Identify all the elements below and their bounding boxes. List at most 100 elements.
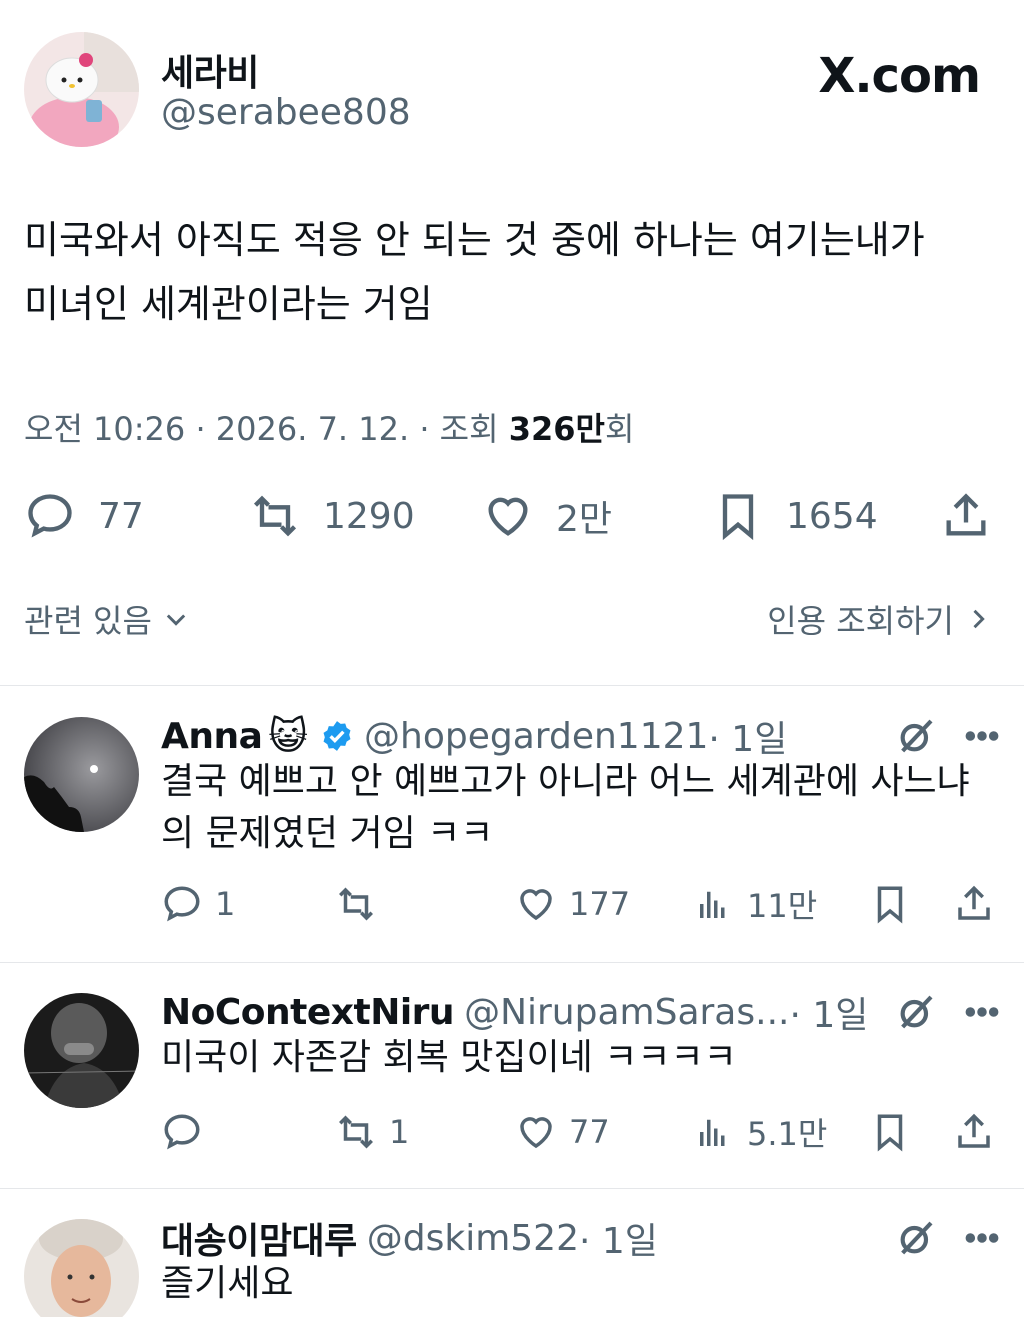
repost-icon: [339, 887, 373, 921]
divider: [0, 962, 1024, 963]
more-icon[interactable]: [962, 716, 1002, 756]
more-icon[interactable]: [962, 992, 1002, 1032]
reply-text: 결국 예쁘고 안 예쁘고가 아니라 어느 세계관에 사느냐 의 문제였던 거임 …: [161, 756, 991, 860]
repost-button[interactable]: 1290: [249, 486, 415, 546]
reply-author-handle[interactable]: @hopegarden1121: [364, 716, 708, 757]
repost-count: 1290: [323, 495, 415, 537]
repost-button[interactable]: 1: [335, 1108, 409, 1156]
author-name[interactable]: 세라비: [161, 44, 259, 96]
reply-time[interactable]: · 1일: [789, 986, 868, 1038]
bookmark-button[interactable]: 1654: [712, 486, 878, 546]
view-quotes-label: 인용 조회하기: [767, 602, 954, 640]
share-button[interactable]: [953, 880, 995, 928]
grok-icon[interactable]: [896, 1218, 936, 1258]
like-button[interactable]: 2만: [482, 486, 612, 546]
post-meta: 오전 10:26 · 2026. 7. 12. · 조회 326만회: [24, 404, 634, 450]
reply-author-name[interactable]: Anna: [161, 716, 263, 757]
reply-author-handle[interactable]: @dskim522: [367, 1218, 579, 1259]
views-icon: [700, 1119, 725, 1146]
chevron-down-icon: [166, 614, 186, 626]
reply-icons: [896, 992, 1002, 1032]
brand-logo: X.com: [818, 48, 981, 104]
like-count: 2만: [556, 499, 613, 540]
reply-time[interactable]: · 1일: [579, 1212, 658, 1264]
divider: [0, 685, 1024, 686]
repost-button[interactable]: [335, 880, 389, 928]
chevron-right-icon: [973, 609, 985, 629]
reply-icon: [28, 494, 72, 538]
reply-action-bar: 1 177 11만: [161, 880, 1001, 928]
reply-icons: [896, 716, 1002, 756]
reply-avatar[interactable]: [24, 1219, 139, 1317]
share-button[interactable]: [953, 1108, 995, 1156]
bookmark-button[interactable]: [869, 880, 911, 928]
grok-icon[interactable]: [896, 716, 936, 756]
reply-item[interactable]: Anna 😺 @hopegarden1121 · 1일 결국 예쁘고 안 예쁘고…: [0, 712, 1024, 952]
reply-header: Anna 😺 @hopegarden1121 · 1일: [161, 712, 1001, 760]
reply-header: 대송이맘대루 @dskim522 · 1일: [161, 1212, 1001, 1264]
reply-avatar[interactable]: [24, 717, 139, 832]
bookmark-count: 1654: [786, 495, 878, 537]
post-header: 세라비 @serabee808 X.com: [24, 32, 1000, 152]
reply-item[interactable]: NoContextNiru @NirupamSaras... · 1일 미국이 …: [0, 988, 1024, 1178]
view-count: 326만: [508, 410, 605, 448]
share-icon: [946, 493, 986, 536]
share-button[interactable]: [940, 486, 992, 546]
reply-count: 77: [98, 495, 144, 537]
view-quotes-link[interactable]: 인용 조회하기: [767, 596, 992, 642]
like-button[interactable]: 77: [515, 1108, 610, 1156]
repost-icon: [253, 495, 297, 537]
share-icon: [958, 1113, 990, 1148]
views-button[interactable]: 5.1만: [693, 1108, 827, 1156]
views-icon: [700, 891, 725, 918]
reply-button[interactable]: 1: [161, 880, 235, 928]
reply-author-handle[interactable]: @NirupamSaras...: [464, 992, 789, 1033]
post-text-line: 미녀인 세계관이라는 거임: [24, 282, 433, 326]
post-text-line: 미국와서 아직도 적응 안 되는 것 중에 하나는 여기는내가: [24, 218, 925, 262]
reply-text: 즐기세요: [161, 1258, 991, 1310]
reply-text-line: 결국 예쁘고 안 예쁘고가 아니라 어느 세계관에 사느냐: [161, 761, 970, 802]
bookmark-button[interactable]: [869, 1108, 911, 1156]
reply-button[interactable]: 77: [24, 486, 144, 546]
reply-icon: [164, 886, 200, 922]
grok-icon[interactable]: [896, 992, 936, 1032]
post-text: 미국와서 아직도 적응 안 되는 것 중에 하나는 여기는내가 미녀인 세계관이…: [24, 208, 1000, 336]
reply-text-line: 의 문제였던 거임 ㅋㅋ: [161, 813, 494, 854]
author-avatar[interactable]: [24, 32, 139, 147]
reply-icons: [896, 1218, 1002, 1258]
divider: [0, 1188, 1024, 1189]
views-count: 5.1만: [747, 1115, 828, 1153]
reply-text: 미국이 자존감 회복 맛집이네 ㅋㅋㅋㅋ: [161, 1032, 991, 1084]
repost-icon: [339, 1115, 373, 1149]
reply-action-bar: 1 77 5.1만: [161, 1108, 1001, 1156]
grinning-cat-emoji: 😺: [268, 714, 309, 758]
views-count: 11만: [747, 887, 818, 925]
bookmark-icon: [877, 1114, 903, 1152]
reply-button[interactable]: [161, 1108, 215, 1156]
reply-text-line: 미국이 자존감 회복 맛집이네 ㅋㅋㅋㅋ: [161, 1037, 737, 1078]
post-timestamp[interactable]: 오전 10:26 · 2026. 7. 12. · 조회: [24, 410, 509, 448]
author-handle[interactable]: @serabee808: [161, 92, 411, 133]
reply-author-name[interactable]: 대송이맘대루: [161, 1212, 357, 1264]
views-button[interactable]: 11만: [693, 880, 817, 928]
reply-avatar[interactable]: [24, 993, 139, 1108]
related-label: 관련 있음: [24, 602, 152, 640]
reply-item[interactable]: 대송이맘대루 @dskim522 · 1일 즐기세요: [0, 1214, 1024, 1317]
reply-count: 1: [215, 885, 236, 923]
related-row: 관련 있음 인용 조회하기: [24, 596, 992, 648]
reply-text-line: 즐기세요: [161, 1263, 294, 1304]
like-count: 77: [569, 1113, 610, 1151]
reply-time[interactable]: · 1일: [708, 710, 787, 762]
verified-badge-icon: [323, 721, 351, 751]
like-icon: [520, 889, 552, 921]
reply-author-name[interactable]: NoContextNiru: [161, 992, 455, 1033]
post-action-bar: 77 1290 2만 1654: [24, 486, 992, 546]
more-icon[interactable]: [962, 1218, 1002, 1258]
like-button[interactable]: 177: [515, 880, 630, 928]
reply-icon: [164, 1114, 200, 1150]
reply-header: NoContextNiru @NirupamSaras... · 1일: [161, 986, 1001, 1038]
like-icon: [520, 1117, 552, 1149]
bookmark-icon: [877, 886, 903, 924]
like-icon: [488, 497, 528, 536]
related-toggle[interactable]: 관련 있음: [24, 596, 190, 642]
